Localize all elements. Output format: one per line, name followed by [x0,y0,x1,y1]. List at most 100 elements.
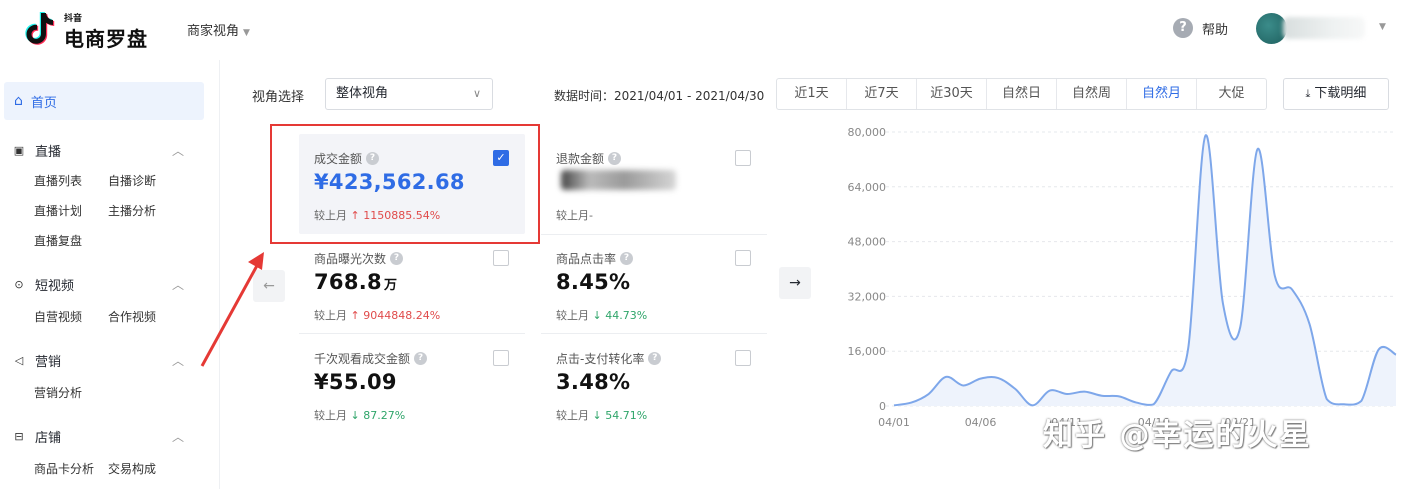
metric-value: 3.48% [556,370,631,394]
douyin-logo-icon [25,12,55,45]
sidebar-section-live-header[interactable]: ▣ 直播 ︿ [0,140,220,160]
arrow-right-icon: → [789,275,801,291]
logo-title: 电商罗盘 [64,27,148,51]
metric-value: ¥55.09 [314,370,397,394]
sidebar-item-live-list[interactable]: 直播列表 [34,172,82,189]
arrow-down-icon: ↓ [592,309,602,322]
y-tick-label: 16,000 [848,345,887,358]
metric-label: 商品曝光次数 [314,252,387,266]
sidebar-item-anchor-analysis[interactable]: 主播分析 [108,202,156,219]
arrow-up-icon: ↑ [350,309,360,322]
view-select-value: 整体视角 [336,86,389,101]
view-select-label: 视角选择 [252,90,305,105]
chevron-up-icon: ︿ [172,353,185,368]
sidebar-section-short-video-header[interactable]: ⊙ 短视频 ︿ [0,274,220,294]
metric-change: - [589,209,593,222]
metric-checkbox[interactable] [493,250,509,266]
metric-change: 54.71% [605,409,648,422]
metric-change: 44.73% [605,309,648,322]
store-icon: ⊟ [14,429,24,443]
metric-change: 9044848.24% [363,309,441,322]
question-icon[interactable]: ? [414,352,428,365]
y-tick-label: 64,000 [848,181,887,194]
sidebar-item-marketing-analysis[interactable]: 营销分析 [34,384,82,401]
metric-checkbox[interactable] [735,150,751,166]
y-tick-label: 32,000 [848,290,887,303]
help-link[interactable]: ? 帮助 [1173,18,1228,38]
arrow-down-icon: ↓ [350,409,360,422]
caret-down-icon: ▼ [243,28,250,38]
sidebar-section-short-video: ⊙ 短视频 ︿ [0,274,220,294]
watermark-text: 知乎 @幸运的火星 [1043,418,1312,453]
help-label: 帮助 [1202,22,1229,38]
metric-label: 退款金额 [556,152,605,166]
metric-label: 点击-支付转化率 [556,352,645,366]
sidebar-section-store-header[interactable]: ⊟ 店铺 ︿ [0,426,220,446]
tab-last-30-days[interactable]: 近30天 [917,79,987,109]
metric-checkbox[interactable] [735,250,751,266]
megaphone-icon: ◁ [14,353,24,367]
user-menu-caret-icon[interactable]: ▼ [1379,22,1386,32]
sidebar-section-store: ⊟ 店铺 ︿ [0,426,220,446]
series-area [894,135,1396,406]
question-icon[interactable]: ? [390,252,404,265]
sidebar-item-partner-video[interactable]: 合作视频 [108,308,156,325]
tab-natural-week[interactable]: 自然周 [1057,79,1127,109]
arrow-left-icon: ← [263,278,275,294]
sidebar-section-store-title: 店铺 [35,430,62,446]
tab-natural-month[interactable]: 自然月 [1127,79,1197,109]
sidebar-section-marketing: ◁ 营销 ︿ [0,350,220,370]
compare-label: 较上月 [556,309,589,322]
live-icon: ▣ [13,143,25,157]
trend-chart: 0 16,000 32,000 48,000 64,000 80,000 04/01 04/0… [848,126,1397,429]
x-tick-label: 04/01 [878,416,910,429]
question-icon[interactable]: ? [648,352,662,365]
metric-card-gpm[interactable]: 千次观看成交金额? ¥55.09 较上月 ↓ 87.27% [299,334,525,434]
compare-label: 较上月 [556,409,589,422]
sidebar-item-transaction-composition[interactable]: 交易构成 [108,460,156,477]
view-select[interactable]: 整体视角 ∨ [325,78,493,110]
series-line [893,134,1397,407]
home-icon: ⌂ [14,93,23,109]
sidebar-section-marketing-header[interactable]: ◁ 营销 ︿ [0,350,220,370]
question-icon[interactable]: ? [620,252,634,265]
metric-label: 商品点击率 [556,252,617,266]
top-header: 抖音 电商罗盘 商家视角 ▼ ? 帮助 ▼ [0,0,1425,60]
tab-last-7-days[interactable]: 近7天 [847,79,917,109]
date-range-text: 数据时间：2021/04/01 - 2021/04/30 [554,89,765,103]
chevron-up-icon: ︿ [172,143,185,158]
metric-checkbox[interactable] [735,350,751,366]
sidebar-item-home-label: 首页 [30,95,57,111]
arrow-down-icon: ↓ [592,409,602,422]
sidebar-item-home[interactable]: ⌂ 首页 [4,82,204,120]
sidebar-item-self-live-diagnosis[interactable]: 自播诊断 [108,172,156,189]
app-logo[interactable]: 抖音 电商罗盘 [24,10,154,51]
prev-page-button[interactable]: ← [253,270,285,302]
annotation-highlight-box [270,124,540,244]
question-icon[interactable]: ? [608,152,622,165]
tab-last-1-day[interactable]: 近1天 [777,79,847,109]
sidebar-item-live-plan[interactable]: 直播计划 [34,202,82,219]
date-tabs: 近1天 近7天 近30天 自然日 自然周 自然月 大促 [776,78,1267,110]
sidebar-item-live-review[interactable]: 直播复盘 [34,232,82,249]
sidebar-section-short-video-title: 短视频 [35,278,75,294]
download-details-button[interactable]: ⤓ 下载明细 [1283,78,1389,110]
sidebar-item-product-card-analysis[interactable]: 商品卡分析 [34,460,94,477]
sidebar-item-own-video[interactable]: 自营视频 [34,308,82,325]
chevron-down-icon: ∨ [472,87,481,100]
download-details-label: 下载明细 [1314,86,1367,101]
metric-change: 87.27% [363,409,406,422]
metric-value: 8.45% [556,270,631,294]
tab-natural-day[interactable]: 自然日 [987,79,1057,109]
merchant-view-dropdown[interactable]: 商家视角 ▼ [187,20,250,39]
metric-checkbox[interactable] [493,350,509,366]
metric-card-conversion[interactable]: 点击-支付转化率? 3.48% 较上月 ↓ 54.71% [541,334,767,434]
tab-promotion[interactable]: 大促 [1197,79,1266,109]
sidebar-section-marketing-title: 营销 [35,354,62,370]
metric-label: 千次观看成交金额 [314,352,411,366]
compare-label: 较上月 [314,409,347,422]
question-icon: ? [1173,18,1193,38]
metric-card-ctr[interactable]: 商品点击率? 8.45% 较上月 ↓ 44.73% [541,234,767,334]
metric-card-impressions[interactable]: 商品曝光次数? 768.8 万 较上月 ↑ 9044848.24% [299,234,525,334]
video-icon: ⊙ [14,277,24,291]
